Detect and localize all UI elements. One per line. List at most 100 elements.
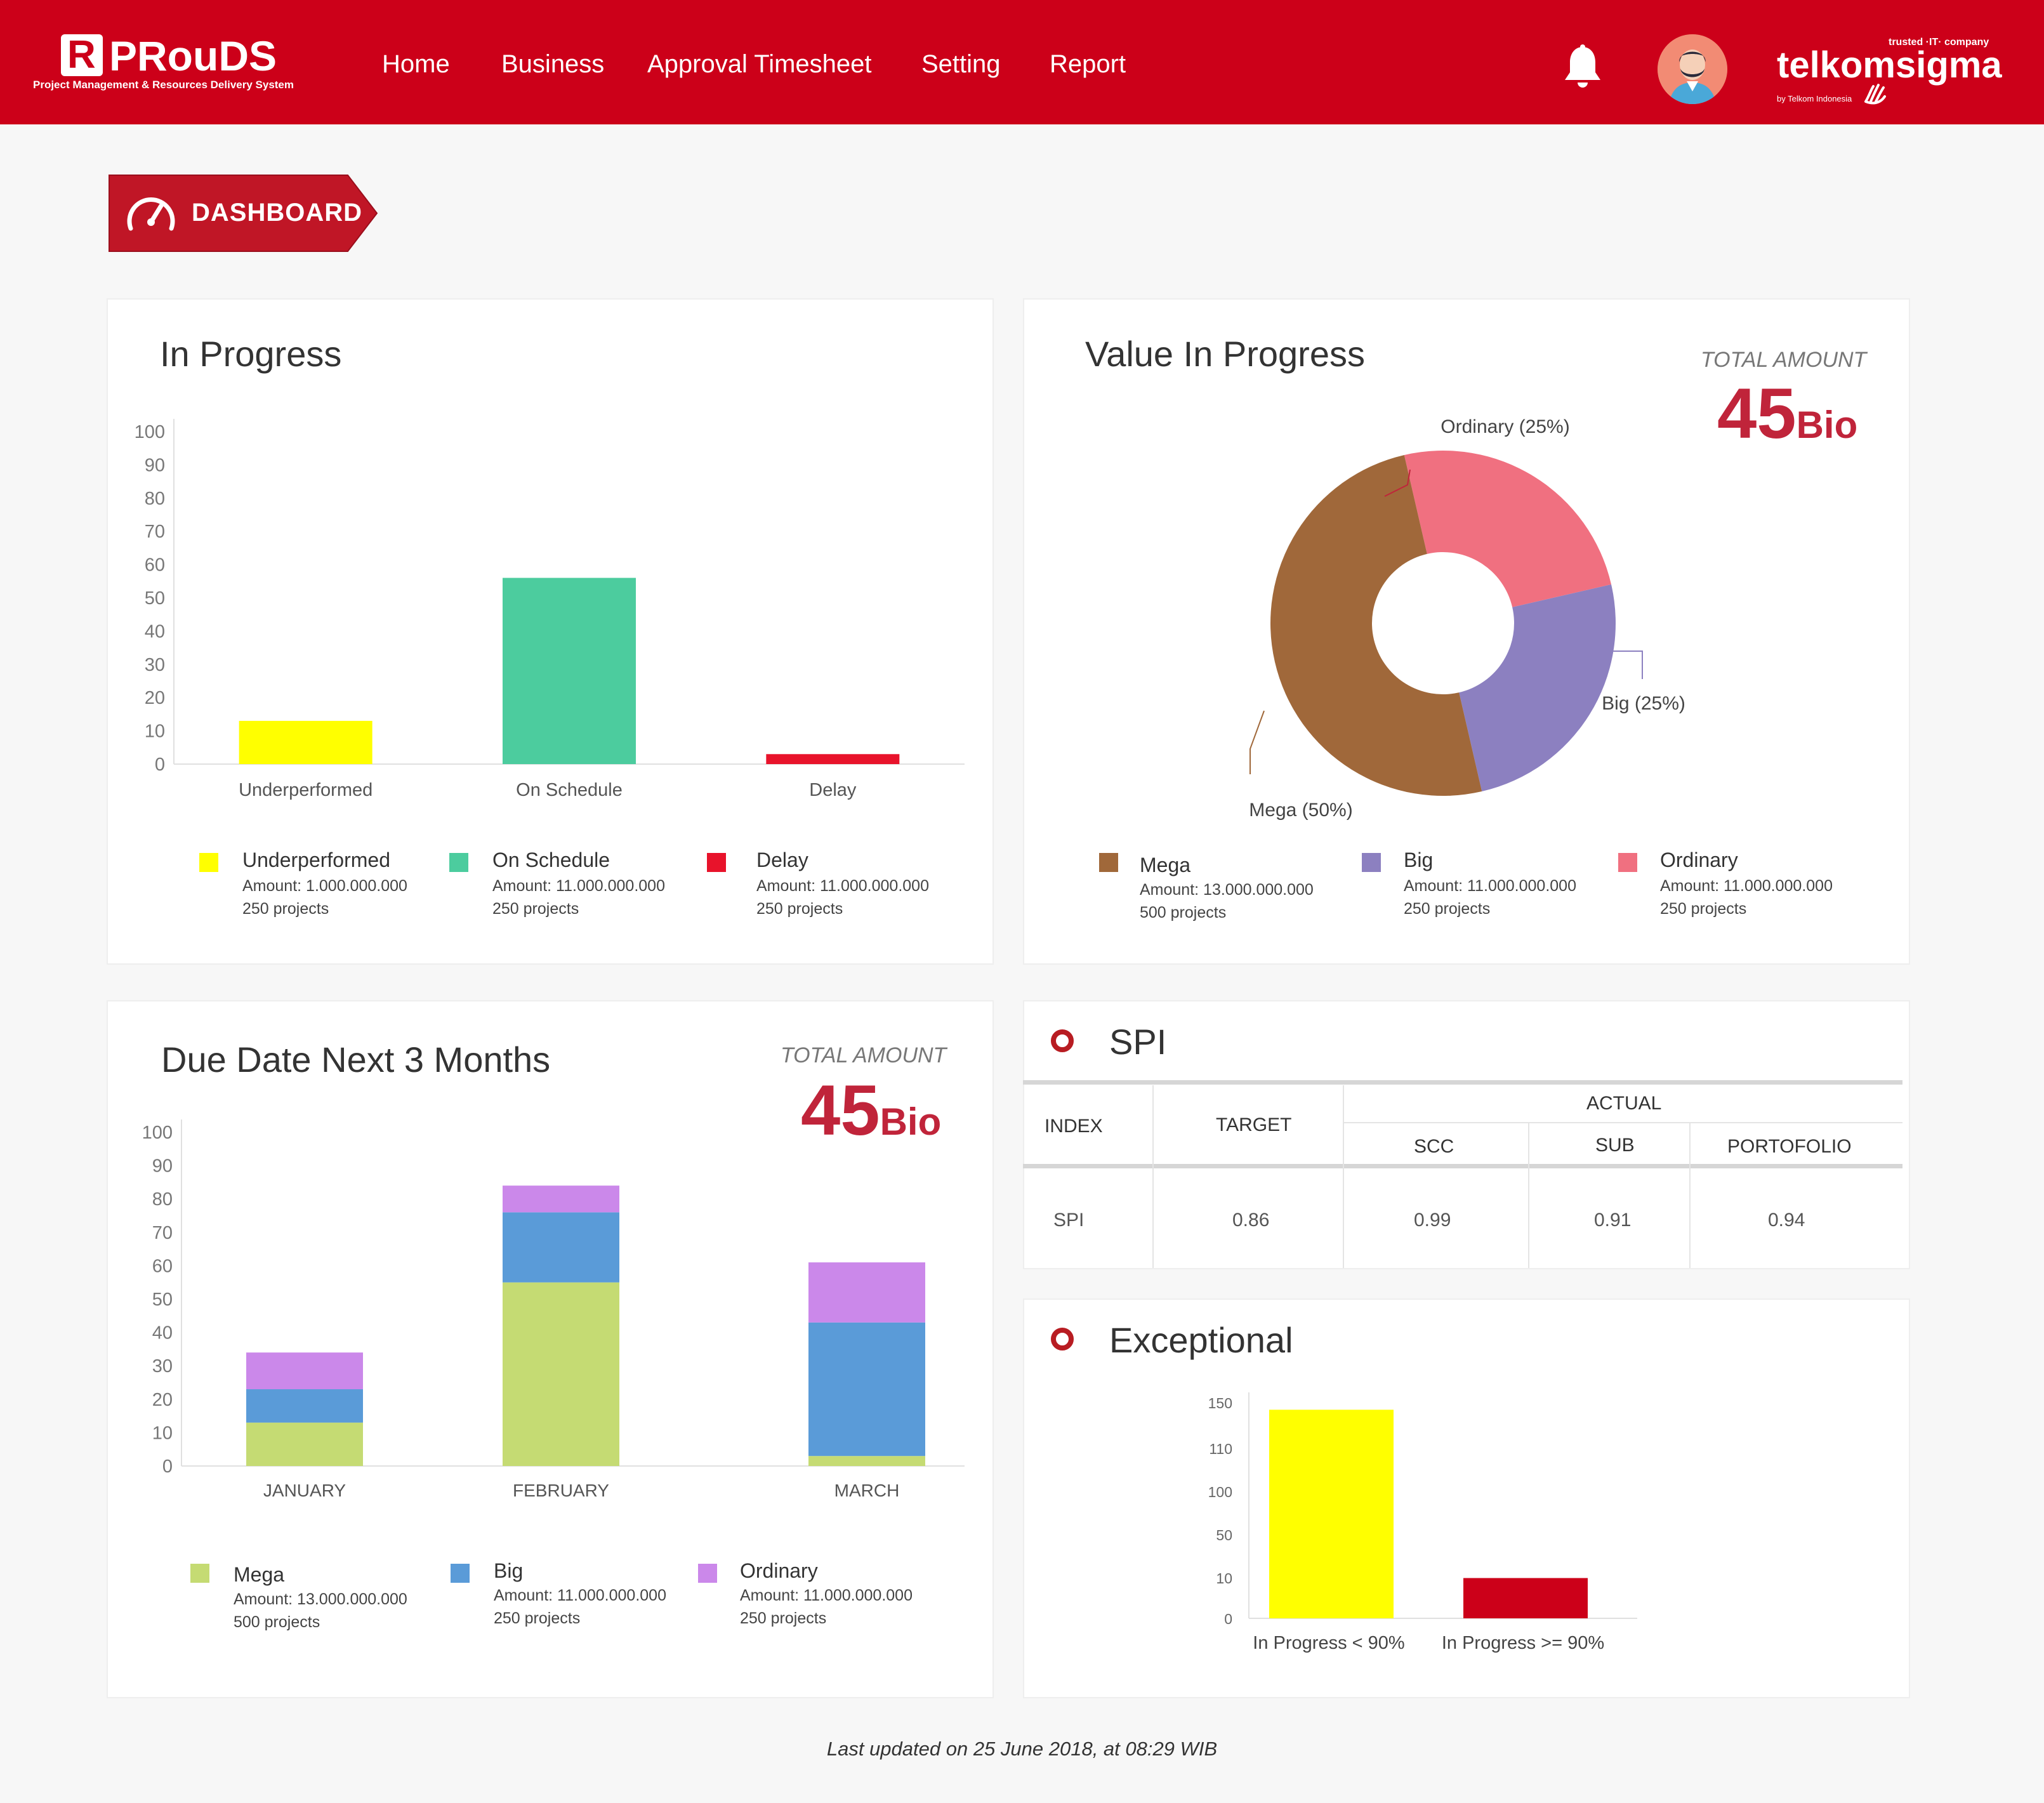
legend-name: Big [1404,849,1434,871]
exceptional-bar-chart: 15011010050100In Progress < 90% In Progre… [1208,1392,1637,1653]
y-tick-label: 20 [152,1390,173,1410]
avatar[interactable] [1658,34,1727,104]
in-progress-title: In Progress [160,334,342,374]
y-tick-label: 100 [142,1123,173,1143]
legend-projects: 250 projects [1404,900,1491,918]
table-cell-target: 0.86 [1232,1210,1270,1231]
last-updated-text: Last updated on 25 June 2018, at 08:29 W… [826,1738,1218,1760]
legend-swatch-ordinary [1618,853,1637,872]
bar-segment-mega [246,1422,363,1466]
legend-projects: 500 projects [234,1613,320,1631]
legend-projects: 250 projects [740,1609,827,1627]
x-tick-label: Underperformed [239,780,373,800]
legend-amount: Amount: 11.000.000.000 [756,877,929,895]
total-amount-label: TOTAL AMOUNT [781,1043,947,1067]
legend-amount: Amount: 11.000.000.000 [492,877,665,895]
legend-amount: Amount: 11.000.000.000 [740,1587,913,1604]
table-header-index: INDEX [1045,1116,1103,1137]
legend-name: On Schedule [492,849,610,871]
legend-name: Delay [756,849,808,871]
legend-amount: Amount: 13.000.000.000 [1140,881,1314,899]
exceptional-circle-icon [1051,1328,1074,1351]
spi-circle-icon [1051,1029,1074,1052]
y-tick-label: 100 [135,422,165,442]
bar-in-progress-above-90 [1463,1578,1588,1618]
nav-home[interactable]: Home [382,50,450,79]
actual-subheader-rule [1344,1122,1902,1123]
app-name[interactable]: PRouDS [109,32,277,80]
table-cell-sub: 0.91 [1594,1210,1632,1231]
nav-approval-timesheet[interactable]: Approval Timesheet [647,50,872,79]
brand-name: telkomsigma [1777,44,2002,86]
legend-projects: 250 projects [242,900,329,918]
x-tick-label: FEBRUARY [513,1481,609,1500]
value-in-progress-title: Value In Progress [1085,334,1365,374]
bar-segment-big [503,1212,619,1283]
legend-projects: 250 projects [494,1609,581,1627]
legend-name: Mega [1140,854,1191,876]
legend-swatch-mega [190,1564,209,1583]
table-cell-index: SPI [1053,1210,1085,1231]
bar-segment-mega [808,1456,925,1466]
y-tick-label: 0 [155,755,165,775]
bell-icon[interactable] [1562,44,1603,90]
column-divider [1528,1123,1529,1268]
legend-name: Ordinary [740,1559,818,1582]
table-header-scc: SCC [1414,1136,1454,1157]
nav-business[interactable]: Business [501,50,604,79]
y-tick-label: 20 [145,688,165,708]
table-header-rule [1023,1080,1902,1085]
logo-icon[interactable]: R [61,34,103,76]
legend-amount: Amount: 11.000.000.000 [1404,877,1576,895]
x-tick-label: JANUARY [263,1481,346,1500]
user-icon [1658,34,1727,104]
column-divider [1689,1123,1691,1268]
legend-swatch-big [1362,853,1381,872]
table-header-target: TARGET [1216,1114,1292,1135]
legend-swatch-mega [1099,853,1118,872]
bar-segment-big [808,1322,925,1456]
y-tick-label: 70 [145,522,165,542]
due-date-title: Due Date Next 3 Months [161,1040,551,1080]
nav-report[interactable]: Report [1050,50,1126,79]
legend-projects: 500 projects [1140,904,1227,921]
table-body-rule [1023,1164,1902,1168]
donut-slice-big [1459,584,1616,792]
spi-title: SPI [1109,1022,1167,1062]
table-header-sub: SUB [1595,1135,1635,1156]
column-divider [1343,1085,1344,1268]
y-tick-label: 0 [1224,1611,1232,1627]
bar-segment-big [246,1389,363,1423]
bar-underperformed [239,720,373,764]
table-cell-portofolio: 0.94 [1768,1210,1805,1231]
x-tick-label: Delay [809,780,857,800]
x-tick-label: MARCH [834,1481,900,1500]
table-cell-scc: 0.99 [1414,1210,1451,1231]
y-tick-label: 0 [162,1456,173,1477]
value-in-progress-donut-chart: Mega (50%) Big (25%) Ordinary (25%) [1249,416,1685,821]
y-tick-label: 110 [1209,1441,1232,1457]
x-tick-label: In Progress < 90% [1253,1633,1404,1653]
nav-setting[interactable]: Setting [921,50,1001,79]
due-date-stacked-bar-chart: 1009080706050403020100JANUARY FEBRUARY MAR… [142,1119,965,1500]
top-navbar [0,0,2044,124]
bar-on-schedule [503,578,636,764]
y-tick-label: 80 [152,1189,173,1210]
y-tick-label: 30 [152,1356,173,1377]
leader-line-big [1609,651,1643,679]
table-header-portofolio: PORTOFOLIO [1727,1136,1852,1157]
y-tick-label: 40 [145,621,165,642]
legend-name: Underperformed [242,849,390,871]
bar-delay [766,754,900,764]
slice-label-mega: Mega (50%) [1249,800,1352,821]
legend-projects: 250 projects [756,900,843,918]
bar-segment-mega [503,1282,619,1466]
leader-line-mega [1249,710,1265,774]
legend-swatch-on-schedule [449,853,468,872]
y-tick-label: 10 [145,722,165,742]
speedometer-icon [127,197,175,231]
exceptional-title: Exceptional [1109,1320,1293,1360]
total-amount-number: 45 [1717,374,1797,453]
y-tick-label: 80 [145,489,165,509]
y-tick-label: 50 [145,588,165,609]
